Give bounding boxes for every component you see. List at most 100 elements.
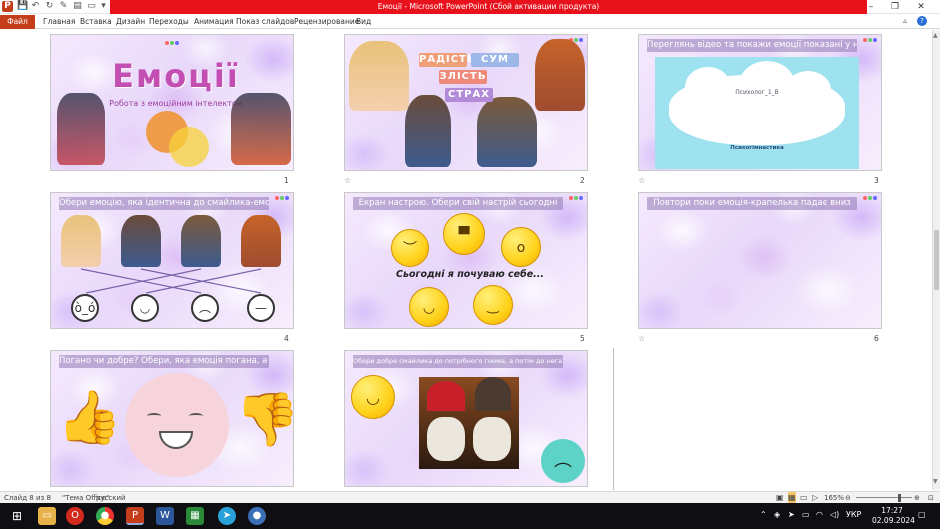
cloud-caption-1: Психолог_1_В	[735, 89, 779, 96]
windows-taskbar: ⊞ ▭ O ● P W ▦ ➤ ● ⌃ ◈ ➤ ▭ ◠ ◁) УКР 17:27…	[0, 503, 940, 529]
slide-thumbnail-8[interactable]: Обери добре смайлика до потрібного гнома…	[344, 350, 588, 487]
print-preview-icon[interactable]: ▤	[72, 1, 83, 12]
logo-icon	[567, 196, 585, 209]
slide-banner: Повтори поки емоція-крапелька падає вниз	[647, 197, 857, 210]
tray-volume-icon[interactable]: ◁)	[830, 510, 839, 519]
help-icon[interactable]: ?	[917, 16, 927, 26]
scroll-up-icon[interactable]: ▲	[933, 32, 938, 39]
word-fear: СТРАХ	[445, 88, 493, 102]
file-explorer-icon[interactable]: ▭	[38, 507, 56, 525]
redo-icon[interactable]: ↻	[44, 1, 55, 12]
curious-emoji-icon: o	[501, 227, 541, 267]
cloud-caption-2: Психогімнастика	[730, 145, 784, 151]
tray-telegram-icon[interactable]: ➤	[788, 510, 795, 519]
tab-slideshow[interactable]: Показ слайдов	[236, 15, 294, 29]
angry-emoji-icon: ò_ó	[71, 294, 99, 322]
slide-number-1: 1	[284, 176, 289, 185]
slide-number-5: 5	[580, 334, 585, 343]
tab-insert[interactable]: Вставка	[80, 15, 112, 29]
slide-banner: Екран настрою. Обери свій настрій сьогод…	[353, 197, 563, 210]
slide-thumbnail-2[interactable]: РАДІСТЬ СУМ ЗЛІСТЬ СТРАХ	[344, 34, 588, 171]
word-icon[interactable]: W	[156, 507, 174, 525]
slide-title: Емоції	[112, 57, 240, 95]
tab-design[interactable]: Дизайн	[116, 15, 145, 29]
gnomes-picture	[419, 377, 519, 469]
scrollbar-thumb[interactable]	[934, 230, 939, 290]
slide-thumbnail-5[interactable]: Екран настрою. Обери свій настрій сьогод…	[344, 192, 588, 329]
slide-number-3: 3	[874, 176, 879, 185]
slide-transition-icon: ☆	[638, 176, 646, 185]
telegram-icon[interactable]: ➤	[218, 507, 236, 525]
format-painter-icon[interactable]: ✎	[58, 1, 69, 12]
slide-thumbnail-4[interactable]: Обери емоцію, яка ідентична до смайлика-…	[50, 192, 294, 329]
powerpoint-app-icon[interactable]: P	[2, 1, 13, 12]
video-frame: Психолог_1_В Психогімнастика	[655, 57, 859, 169]
word-sadness: СУМ	[471, 53, 519, 67]
happy-girl-icon	[349, 41, 409, 111]
slide-subtitle: Робота з емоційним інтелектом	[109, 99, 243, 108]
tray-language[interactable]: УКР	[846, 510, 861, 519]
undo-icon[interactable]: ↶	[30, 1, 41, 12]
eye-right	[189, 413, 203, 419]
slide-thumbnail-7[interactable]: Погано чи добре? Обери, яка емоція поган…	[50, 350, 294, 487]
slide-transition-icon: ☆	[638, 334, 646, 343]
grinning-emoji-icon: ▀	[443, 213, 485, 255]
notifications-icon[interactable]: ▢	[918, 510, 926, 519]
clock-date: 02.09.2024	[872, 516, 915, 525]
image-viewer-icon[interactable]: ▦	[186, 507, 204, 525]
word-anger: ЗЛІСТЬ	[439, 70, 487, 84]
powerpoint-window: P 💾 ↶ ↻ ✎ ▤ ▭ ▾ Емоції - Microsoft Power…	[0, 0, 940, 529]
tab-review[interactable]: Рецензирование	[294, 15, 359, 29]
minimize-button[interactable]: –	[860, 0, 882, 14]
restore-button[interactable]: ❐	[884, 0, 906, 14]
angry-girl-icon	[535, 39, 585, 111]
tab-animation[interactable]: Анимация	[194, 15, 234, 29]
logo-icon	[163, 41, 181, 54]
slide-thumbnail-3[interactable]: Переглянь відео та покажи емоції показан…	[638, 34, 882, 171]
opera-icon[interactable]: O	[66, 507, 84, 525]
gnome-hat-red	[427, 381, 465, 411]
kids-group-left-icon	[57, 93, 105, 165]
chrome-icon[interactable]: ●	[96, 507, 114, 525]
windows-start-icon[interactable]: ⊞	[8, 507, 26, 525]
tray-display-icon[interactable]: ▭	[802, 510, 810, 519]
powerpoint-taskbar-icon[interactable]: P	[126, 507, 144, 525]
neutral-emoji-icon: —	[247, 294, 275, 322]
tray-wifi-icon[interactable]: ◠	[816, 510, 823, 519]
happy-drop-face-icon	[125, 373, 229, 477]
tab-view[interactable]: Вид	[356, 15, 371, 29]
viber-badge-icon[interactable]: ●	[248, 507, 266, 525]
tab-file[interactable]: Файл	[0, 15, 35, 29]
title-bar: P 💾 ↶ ↻ ✎ ▤ ▭ ▾ Емоції - Microsoft Power…	[0, 0, 940, 14]
sad-mint-face-icon: ︵	[541, 439, 585, 483]
gnome-beard-left	[427, 417, 465, 461]
slide-thumbnail-6[interactable]: Повтори поки емоція-крапелька падає вниз	[638, 192, 882, 329]
open-folder-icon[interactable]: ▭	[86, 1, 97, 12]
zoom-slider[interactable]	[856, 497, 912, 498]
collapse-ribbon-icon[interactable]: ▵	[903, 16, 907, 25]
scroll-down-icon[interactable]: ▼	[933, 478, 938, 485]
smiley-emoji-icon: ◡	[351, 375, 395, 419]
sad-emoji-icon: ︵	[191, 294, 219, 322]
customize-toolbar-icon[interactable]: ▾	[98, 1, 109, 12]
vertical-scrollbar[interactable]: ▲ ▼	[932, 30, 940, 490]
scared-boy-icon	[477, 97, 537, 167]
smiling-ok-emoji-icon: ‿	[473, 285, 513, 325]
slide-thumbnail-1[interactable]: Емоції Робота з емоційним інтелектом	[50, 34, 294, 171]
close-button[interactable]: ✕	[910, 0, 932, 14]
thumbs-up-icon: 👍	[57, 388, 122, 448]
tab-transitions[interactable]: Переходы	[149, 15, 189, 29]
tab-home[interactable]: Главная	[43, 15, 75, 29]
tray-chevron-icon[interactable]: ⌃	[760, 510, 767, 519]
slide-number-2: 2	[580, 176, 585, 185]
laughing-emoji-icon: ◡	[409, 287, 449, 327]
logo-icon	[861, 38, 879, 51]
tray-clock[interactable]: 17:27 02.09.2024	[872, 506, 915, 526]
slide-banner: Переглянь відео та покажи емоції показан…	[647, 39, 857, 52]
status-bar: Слайд 8 из 8 "Тема Office" русский ▣ ▦ ▭…	[0, 491, 940, 504]
eye-left	[147, 413, 161, 419]
save-icon[interactable]: 💾	[17, 1, 28, 12]
word-joy: РАДІСТЬ	[419, 53, 476, 67]
zoom-slider-thumb[interactable]	[898, 494, 901, 502]
tray-shield-icon[interactable]: ◈	[774, 510, 780, 519]
